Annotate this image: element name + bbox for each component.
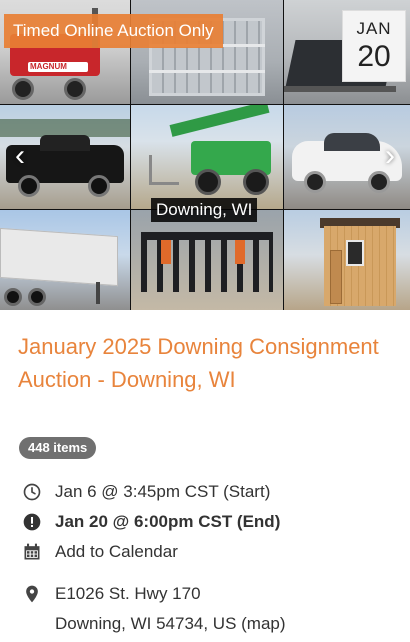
start-time-row: Jan 6 @ 3:45pm CST (Start) <box>22 480 270 504</box>
date-day: 20 <box>357 40 391 73</box>
gallery-image-shed <box>284 210 410 310</box>
chevron-left-icon[interactable]: ‹ <box>8 136 32 176</box>
map-pin-icon <box>26 585 38 603</box>
clock-icon <box>23 483 41 501</box>
address-line-1: E1026 St. Hwy 170 <box>55 584 201 603</box>
date-month: JAN <box>356 19 392 38</box>
end-time-text: Jan 20 @ 6:00pm CST (End) <box>55 512 281 531</box>
chevron-right-icon[interactable]: › <box>378 136 402 176</box>
auction-card[interactable]: MAGNUM Timed Online Auction Only JAN 20 … <box>0 0 410 642</box>
gallery-image-telehandler <box>131 105 283 209</box>
end-time-row: Jan 20 @ 6:00pm CST (End) <box>22 510 280 534</box>
brand-label: MAGNUM <box>30 62 67 71</box>
gallery-image-trailer <box>0 210 130 310</box>
timed-online-badge: Timed Online Auction Only <box>4 14 223 48</box>
auction-title[interactable]: January 2025 Downing Consignment Auction… <box>18 330 398 396</box>
add-to-calendar-link[interactable]: Add to Calendar <box>22 540 178 564</box>
alert-circle-icon <box>23 513 41 531</box>
calendar-icon <box>24 543 40 560</box>
location-tag: Downing, WI <box>151 198 258 222</box>
add-to-calendar-label[interactable]: Add to Calendar <box>55 542 178 562</box>
item-count-badge: 448 items <box>19 437 97 459</box>
gallery-image-grapple <box>131 210 283 310</box>
auction-date-box: JAN 20 <box>342 10 406 82</box>
start-time-text: Jan 6 @ 3:45pm CST (Start) <box>55 482 271 501</box>
auction-image-gallery[interactable]: MAGNUM Timed Online Auction Only JAN 20 … <box>0 0 410 310</box>
address-row: E1026 St. Hwy 170 <box>22 582 201 606</box>
address-line-2-map-link[interactable]: Downing, WI 54734, US (map) <box>55 614 286 634</box>
